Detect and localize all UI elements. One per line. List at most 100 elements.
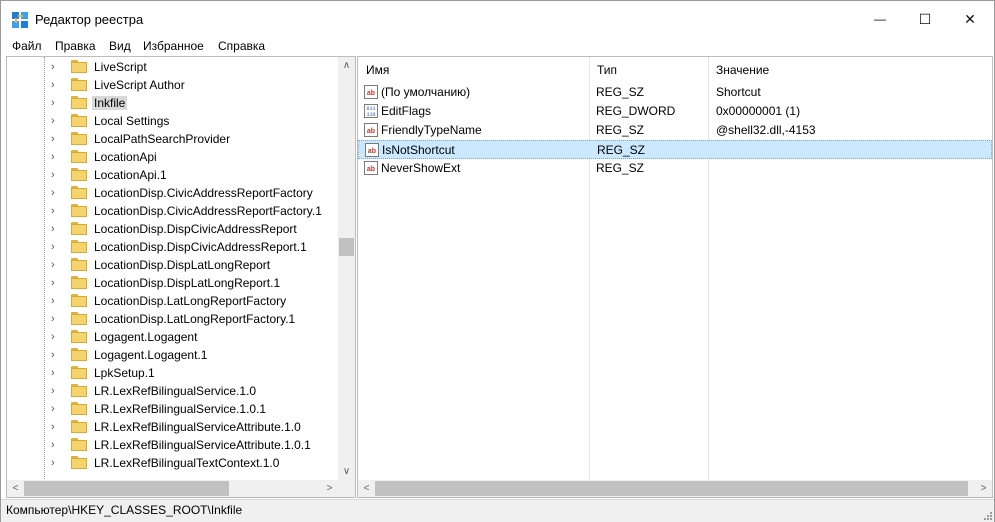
tree-item[interactable]: › LR.LexRefBilingualService.1.0.1 (7, 400, 337, 418)
expand-chevron-icon[interactable]: › (51, 204, 61, 218)
scroll-up-icon[interactable]: ∧ (338, 57, 355, 74)
tree-item[interactable]: › Logagent.Logagent.1 (7, 346, 337, 364)
expand-chevron-icon[interactable]: › (51, 402, 61, 416)
scroll-right-icon[interactable]: > (975, 480, 992, 497)
scroll-left-icon[interactable]: < (7, 480, 24, 497)
tree-item[interactable]: › Local Settings (7, 112, 337, 130)
tree-item[interactable]: › LocationDisp.CivicAddressReportFactory (7, 184, 337, 202)
tree-item-label: Logagent.Logagent (94, 330, 198, 344)
tree-item[interactable]: › LocalPathSearchProvider (7, 130, 337, 148)
tree-item[interactable]: › Logagent.Logagent (7, 328, 337, 346)
column-header-data[interactable]: Значение (708, 57, 988, 83)
tree-item-label: LocationDisp.DispLatLongReport (94, 258, 271, 272)
expand-chevron-icon[interactable]: › (51, 294, 61, 308)
tree-horizontal-scrollbar[interactable]: < > (7, 480, 355, 497)
values-horizontal-scroll-thumb[interactable] (375, 481, 968, 496)
tree-horizontal-scroll-thumb[interactable] (24, 481, 229, 496)
tree-vertical-scrollbar[interactable]: ∧ ∨ (338, 57, 355, 480)
tree-item[interactable]: › LocationDisp.CivicAddressReportFactory.… (7, 202, 337, 220)
expand-chevron-icon[interactable]: › (51, 60, 61, 74)
svg-text:ab: ab (368, 148, 376, 155)
tree-item[interactable]: › LiveScript (7, 58, 337, 76)
tree-item[interactable]: › LocationDisp.DispLatLongReport.1 (7, 274, 337, 292)
value-type: REG_SZ (596, 161, 645, 175)
folder-icon (71, 240, 87, 253)
tree-item[interactable]: › LocationDisp.DispCivicAddressReport.1 (7, 238, 337, 256)
resize-grip-icon[interactable] (982, 510, 992, 520)
expand-chevron-icon[interactable]: › (51, 78, 61, 92)
expand-chevron-icon[interactable]: › (51, 258, 61, 272)
expand-chevron-icon[interactable]: › (51, 222, 61, 236)
values-horizontal-scrollbar[interactable]: < > (358, 480, 992, 497)
values-list-pane[interactable]: Имя Тип Значение ab (По умолчанию) REG_SZ S… (357, 56, 993, 498)
tree-item[interactable]: › LocationApi.1 (7, 166, 337, 184)
string-value-icon: ab (365, 143, 379, 157)
menu-edit[interactable]: Правка (55, 39, 96, 53)
tree-item-label: LiveScript (94, 60, 147, 74)
value-name: FriendlyTypeName (381, 123, 482, 137)
value-row[interactable]: 011 110 EditFlags REG_DWORD 0x00000001 (1) (358, 102, 992, 121)
folder-icon (71, 60, 87, 73)
tree-item-label: Logagent.Logagent.1 (94, 348, 208, 362)
expand-chevron-icon[interactable]: › (51, 456, 61, 470)
folder-icon (71, 294, 87, 307)
tree-item[interactable]: › LocationDisp.DispLatLongReport (7, 256, 337, 274)
value-row[interactable]: ab (По умолчанию) REG_SZ Shortcut (358, 83, 992, 102)
value-row[interactable]: ab FriendlyTypeName REG_SZ @shell32.dll,-41… (358, 121, 992, 140)
value-row[interactable]: ab IsNotShortcut REG_SZ (358, 140, 992, 159)
key-tree-pane[interactable]: › LiveScript › LiveScript Author › Inkfile › Lo… (6, 56, 356, 498)
tree-item[interactable]: › LR.LexRefBilingualServiceAttribute.1.0 (7, 418, 337, 436)
tree-item[interactable]: › LocationApi (7, 148, 337, 166)
expand-chevron-icon[interactable]: › (51, 312, 61, 326)
expand-chevron-icon[interactable]: › (51, 114, 61, 128)
tree-item[interactable]: › LR.LexRefBilingualServiceAttribute.1.0.… (7, 436, 337, 454)
tree-item-label: LocationDisp.LatLongReportFactory (94, 294, 287, 308)
tree-item-label: LR.LexRefBilingualService.1.0.1 (94, 402, 267, 416)
column-header-type[interactable]: Тип (589, 57, 709, 83)
folder-icon (71, 78, 87, 91)
tree-item[interactable]: › LR.LexRefBilingualTextContext.1.0 (7, 454, 337, 472)
expand-chevron-icon[interactable]: › (51, 420, 61, 434)
expand-chevron-icon[interactable]: › (51, 438, 61, 452)
tree-vertical-scroll-thumb[interactable] (339, 238, 354, 256)
expand-chevron-icon[interactable]: › (51, 276, 61, 290)
expand-chevron-icon[interactable]: › (51, 348, 61, 362)
value-type: REG_DWORD (596, 104, 676, 118)
scroll-right-icon[interactable]: > (321, 480, 338, 497)
scroll-down-icon[interactable]: ∨ (338, 463, 355, 480)
string-value-icon: ab (364, 123, 378, 137)
tree-item[interactable]: › Inkfile (7, 94, 337, 112)
column-header-name[interactable]: Имя (358, 57, 590, 83)
menu-view[interactable]: Вид (109, 39, 131, 53)
expand-chevron-icon[interactable]: › (51, 186, 61, 200)
title-bar[interactable]: Редактор реестра — ☐ ✕ (1, 1, 994, 37)
menu-file[interactable]: Файл (12, 39, 42, 53)
scroll-left-icon[interactable]: < (358, 480, 375, 497)
close-button[interactable]: ✕ (947, 1, 993, 37)
tree-item[interactable]: › LiveScript Author (7, 76, 337, 94)
tree-item[interactable]: › LocationDisp.LatLongReportFactory (7, 292, 337, 310)
expand-chevron-icon[interactable]: › (51, 366, 61, 380)
svg-text:ab: ab (367, 128, 375, 135)
binary-value-icon: 011110 (364, 104, 378, 118)
expand-chevron-icon[interactable]: › (51, 132, 61, 146)
maximize-button[interactable]: ☐ (902, 1, 948, 37)
value-name: NeverShowExt (381, 161, 461, 175)
expand-chevron-icon[interactable]: › (51, 150, 61, 164)
expand-chevron-icon[interactable]: › (51, 330, 61, 344)
expand-chevron-icon[interactable]: › (51, 168, 61, 182)
tree-item-label: LR.LexRefBilingualService.1.0 (94, 384, 257, 398)
minimize-button[interactable]: — (857, 1, 903, 37)
expand-chevron-icon[interactable]: › (51, 96, 61, 110)
tree-item[interactable]: › LocationDisp.LatLongReportFactory.1 (7, 310, 337, 328)
tree-item[interactable]: › LocationDisp.DispCivicAddressReport (7, 220, 337, 238)
tree-item[interactable]: › LR.LexRefBilingualService.1.0 (7, 382, 337, 400)
menu-help[interactable]: Справка (218, 39, 265, 53)
tree-item[interactable]: › LpkSetup.1 (7, 364, 337, 382)
tree-item-label: LocationApi (94, 150, 157, 164)
expand-chevron-icon[interactable]: › (51, 240, 61, 254)
menu-favorites[interactable]: Избранное (143, 39, 204, 53)
expand-chevron-icon[interactable]: › (51, 384, 61, 398)
value-row[interactable]: ab NeverShowExt REG_SZ (358, 159, 992, 178)
folder-icon (71, 348, 87, 361)
